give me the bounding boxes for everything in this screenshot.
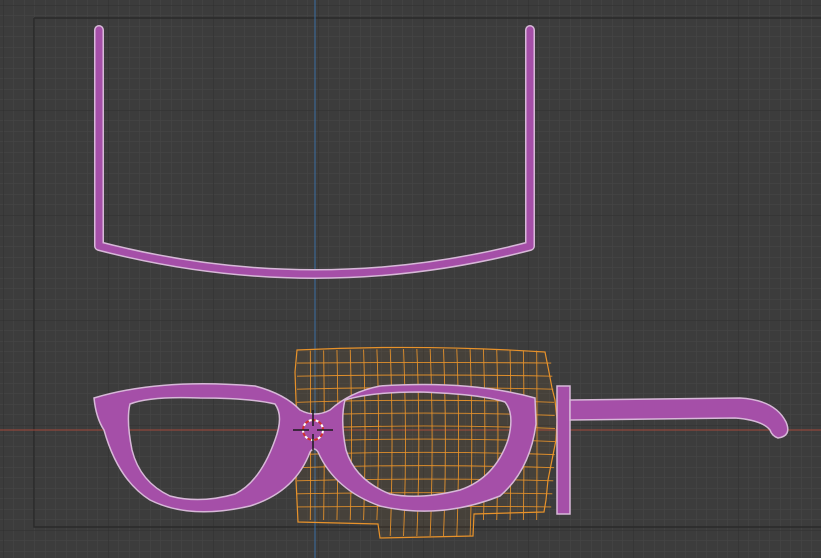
viewport-3d[interactable] [0,0,821,558]
viewport-canvas[interactable] [0,0,821,558]
